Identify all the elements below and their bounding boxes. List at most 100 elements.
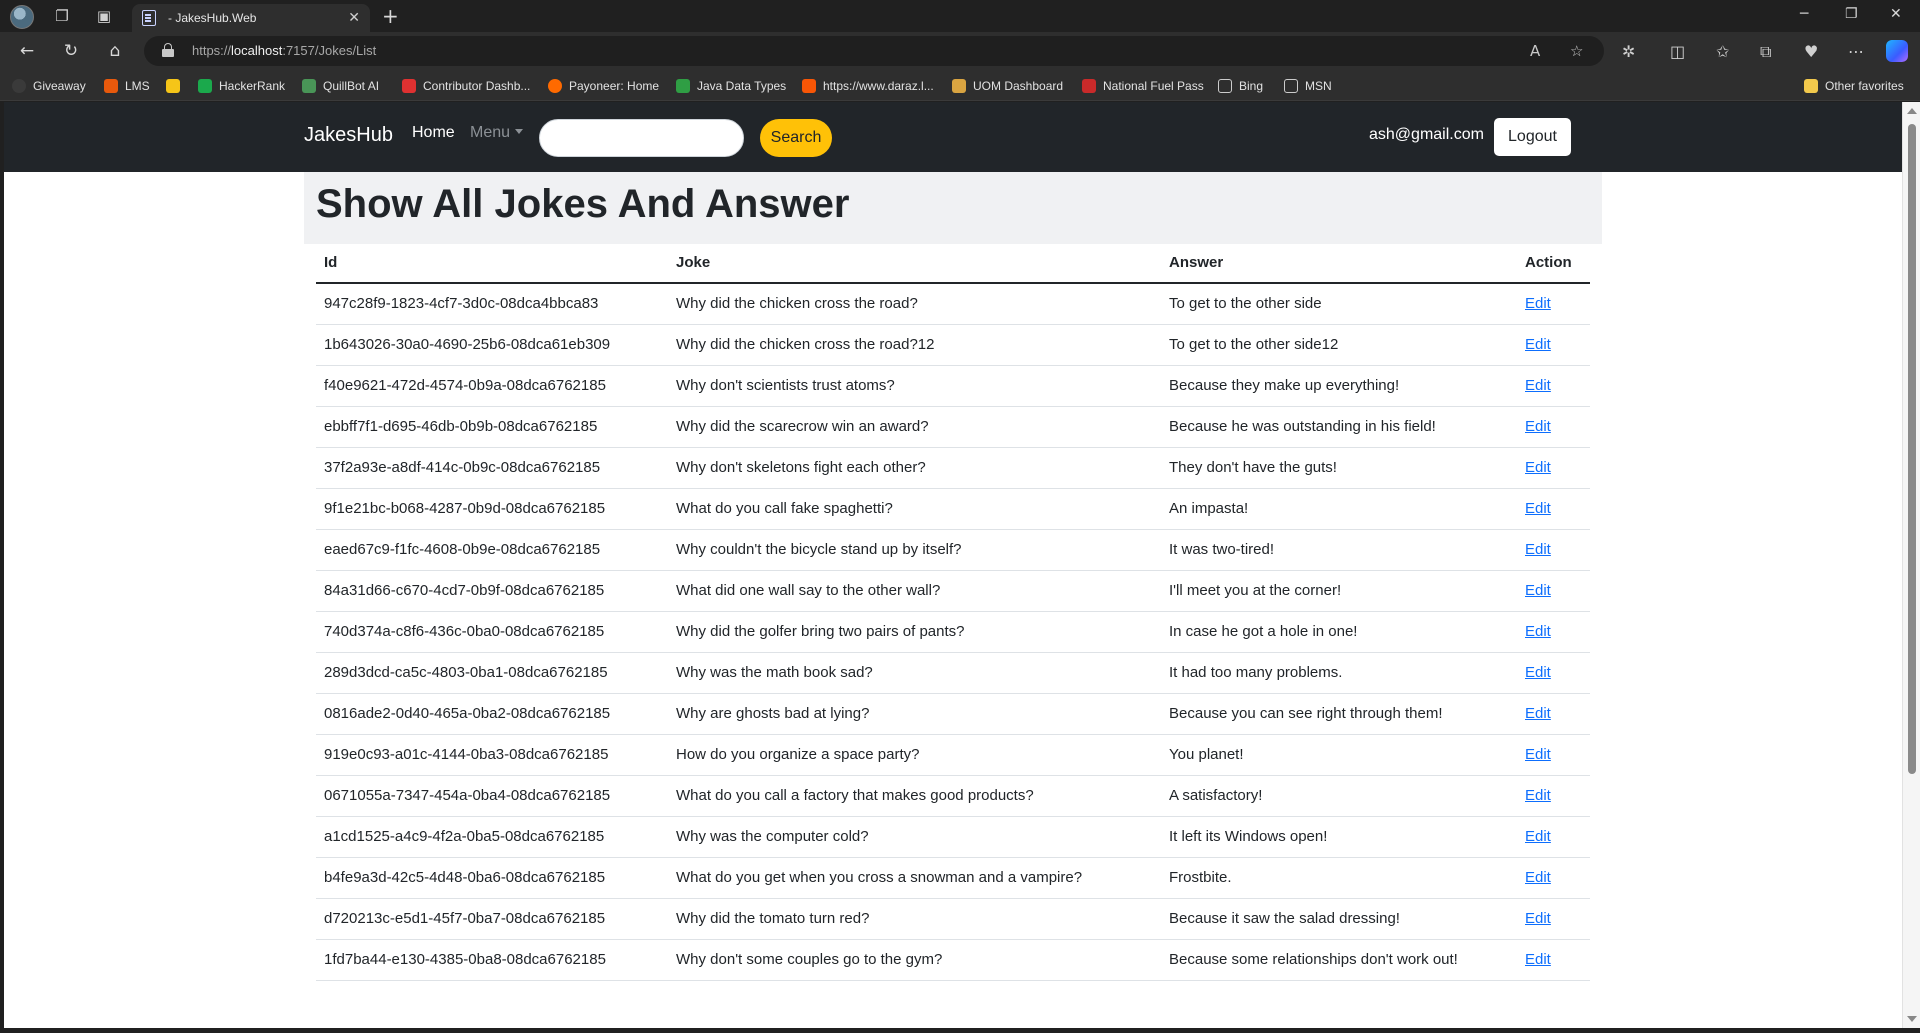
- edit-link[interactable]: Edit: [1525, 541, 1551, 558]
- favorite-item[interactable]: LMS: [104, 77, 150, 95]
- favorite-item[interactable]: UOM Dashboard: [952, 77, 1063, 95]
- nav-home-link[interactable]: Home: [412, 124, 455, 142]
- scroll-up-arrow-icon[interactable]: [1907, 108, 1917, 114]
- refresh-icon[interactable]: ↻: [60, 40, 82, 62]
- search-input[interactable]: [539, 119, 744, 157]
- joke-cell: Why don't skeletons fight each other?: [668, 447, 1161, 489]
- browser-essentials-icon[interactable]: ♥: [1804, 42, 1818, 61]
- collections-icon[interactable]: ⧉: [1760, 42, 1771, 62]
- tab-actions-icon[interactable]: ▣: [94, 6, 114, 26]
- edit-link[interactable]: Edit: [1525, 336, 1551, 353]
- favorite-label: HackerRank: [219, 79, 286, 93]
- joke-cell: Why don't some couples go to the gym?: [668, 939, 1161, 981]
- joke-cell: Why did the scarecrow win an award?: [668, 406, 1161, 448]
- answer-cell: Because it saw the salad dressing!: [1161, 898, 1517, 940]
- edit-link[interactable]: Edit: [1525, 869, 1551, 886]
- action-cell: Edit: [1517, 488, 1590, 530]
- favorite-item[interactable]: [166, 77, 187, 95]
- favorite-item[interactable]: Bing: [1218, 77, 1263, 95]
- tab-close-icon[interactable]: ✕: [348, 10, 360, 26]
- action-cell: Edit: [1517, 693, 1590, 735]
- id-cell: 919e0c93-a01c-4144-0ba3-08dca6762185: [316, 734, 668, 776]
- edit-link[interactable]: Edit: [1525, 746, 1551, 763]
- lock-icon[interactable]: [162, 43, 174, 57]
- edit-link[interactable]: Edit: [1525, 664, 1551, 681]
- scroll-down-arrow-icon[interactable]: [1907, 1016, 1917, 1022]
- id-cell: 1fd7ba44-e130-4385-0ba8-08dca6762185: [316, 939, 668, 981]
- favorite-icon: [676, 79, 690, 93]
- profile-avatar[interactable]: [10, 5, 34, 29]
- favorite-icon: [802, 79, 816, 93]
- folder-icon: [1804, 79, 1818, 93]
- favorite-item[interactable]: Java Data Types: [676, 77, 786, 95]
- favorites-icon[interactable]: ✩: [1716, 42, 1729, 61]
- id-cell: 289d3dcd-ca5c-4803-0ba1-08dca6762185: [316, 652, 668, 694]
- page-favicon-icon: [142, 10, 156, 26]
- more-menu-icon[interactable]: ⋯: [1848, 42, 1864, 61]
- back-arrow-icon[interactable]: ←: [16, 40, 38, 62]
- edit-link[interactable]: Edit: [1525, 418, 1551, 435]
- extensions-icon[interactable]: ✲: [1622, 42, 1635, 61]
- edit-link[interactable]: Edit: [1525, 377, 1551, 394]
- favorites-bar: Giveaway LMS HackerRank QuillBot AI Cont…: [0, 70, 1920, 101]
- home-icon[interactable]: ⌂: [104, 40, 126, 62]
- favorite-item[interactable]: National Fuel Pass: [1082, 77, 1204, 95]
- workspaces-icon[interactable]: ❐: [52, 6, 72, 26]
- table-row: 1fd7ba44-e130-4385-0ba8-08dca6762185 Why …: [316, 939, 1590, 981]
- edit-link[interactable]: Edit: [1525, 295, 1551, 312]
- action-cell: Edit: [1517, 898, 1590, 940]
- new-tab-button[interactable]: +: [382, 4, 399, 28]
- copilot-icon[interactable]: [1886, 40, 1908, 62]
- action-cell: Edit: [1517, 406, 1590, 448]
- edit-link[interactable]: Edit: [1525, 828, 1551, 845]
- favorite-label: Bing: [1239, 79, 1264, 93]
- edit-link[interactable]: Edit: [1525, 705, 1551, 722]
- table-row: 37f2a93e-a8df-414c-0b9c-08dca6762185 Why …: [316, 447, 1590, 489]
- jokes-table: Id Joke Answer Action 947c28f9-1823-4cf7…: [316, 242, 1590, 981]
- favorite-icon: [104, 79, 118, 93]
- edit-link[interactable]: Edit: [1525, 459, 1551, 476]
- scrollbar-thumb[interactable]: [1908, 124, 1916, 774]
- search-button[interactable]: Search: [760, 119, 832, 157]
- favorite-item[interactable]: Payoneer: Home: [548, 77, 659, 95]
- window-close-icon[interactable]: ✕: [1890, 6, 1902, 22]
- edit-link[interactable]: Edit: [1525, 951, 1551, 968]
- edit-link[interactable]: Edit: [1525, 582, 1551, 599]
- action-cell: Edit: [1517, 652, 1590, 694]
- answer-cell: They don't have the guts!: [1161, 447, 1517, 489]
- action-cell: Edit: [1517, 775, 1590, 817]
- url-text[interactable]: https://localhost:7157/Jokes/List: [192, 43, 376, 58]
- read-aloud-icon[interactable]: A: [1530, 42, 1540, 60]
- favorite-icon: [12, 79, 26, 93]
- action-cell: Edit: [1517, 939, 1590, 981]
- answer-cell: A satisfactory!: [1161, 775, 1517, 817]
- table-row: 9f1e21bc-b068-4287-0b9d-08dca6762185 What…: [316, 488, 1590, 530]
- favorite-item[interactable]: HackerRank: [198, 77, 285, 95]
- answer-cell: Because they make up everything!: [1161, 365, 1517, 407]
- minimize-icon[interactable]: ─: [1800, 6, 1808, 22]
- split-screen-icon[interactable]: ◫: [1670, 42, 1685, 61]
- table-row: eaed67c9-f1fc-4608-0b9e-08dca6762185 Why …: [316, 529, 1590, 571]
- favorite-item[interactable]: QuillBot AI: [302, 77, 379, 95]
- favorite-item[interactable]: Giveaway: [12, 77, 86, 95]
- favorite-label: Contributor Dashb...: [423, 79, 531, 93]
- nav-menu-dropdown[interactable]: Menu: [470, 124, 523, 142]
- address-bar[interactable]: https://localhost:7157/Jokes/List A ☆: [144, 36, 1604, 66]
- favorite-item[interactable]: MSN: [1284, 77, 1332, 95]
- browser-tab-active[interactable]: - JakesHub.Web ✕: [132, 4, 370, 32]
- page-scrollbar[interactable]: [1902, 102, 1920, 1028]
- table-header-row: Id Joke Answer Action: [316, 242, 1590, 284]
- other-favorites[interactable]: Other favorites: [1804, 77, 1904, 95]
- edit-link[interactable]: Edit: [1525, 787, 1551, 804]
- id-cell: d720213c-e5d1-45f7-0ba7-08dca6762185: [316, 898, 668, 940]
- logout-button[interactable]: Logout: [1494, 118, 1571, 156]
- edit-link[interactable]: Edit: [1525, 500, 1551, 517]
- favorite-item[interactable]: https://www.daraz.l...: [802, 77, 934, 95]
- site-brand[interactable]: JakesHub: [304, 124, 393, 147]
- joke-cell: Why are ghosts bad at lying?: [668, 693, 1161, 735]
- favorite-item[interactable]: Contributor Dashb...: [402, 77, 530, 95]
- restore-icon[interactable]: ❐: [1845, 6, 1858, 22]
- edit-link[interactable]: Edit: [1525, 623, 1551, 640]
- favorite-star-icon[interactable]: ☆: [1570, 42, 1583, 60]
- edit-link[interactable]: Edit: [1525, 910, 1551, 927]
